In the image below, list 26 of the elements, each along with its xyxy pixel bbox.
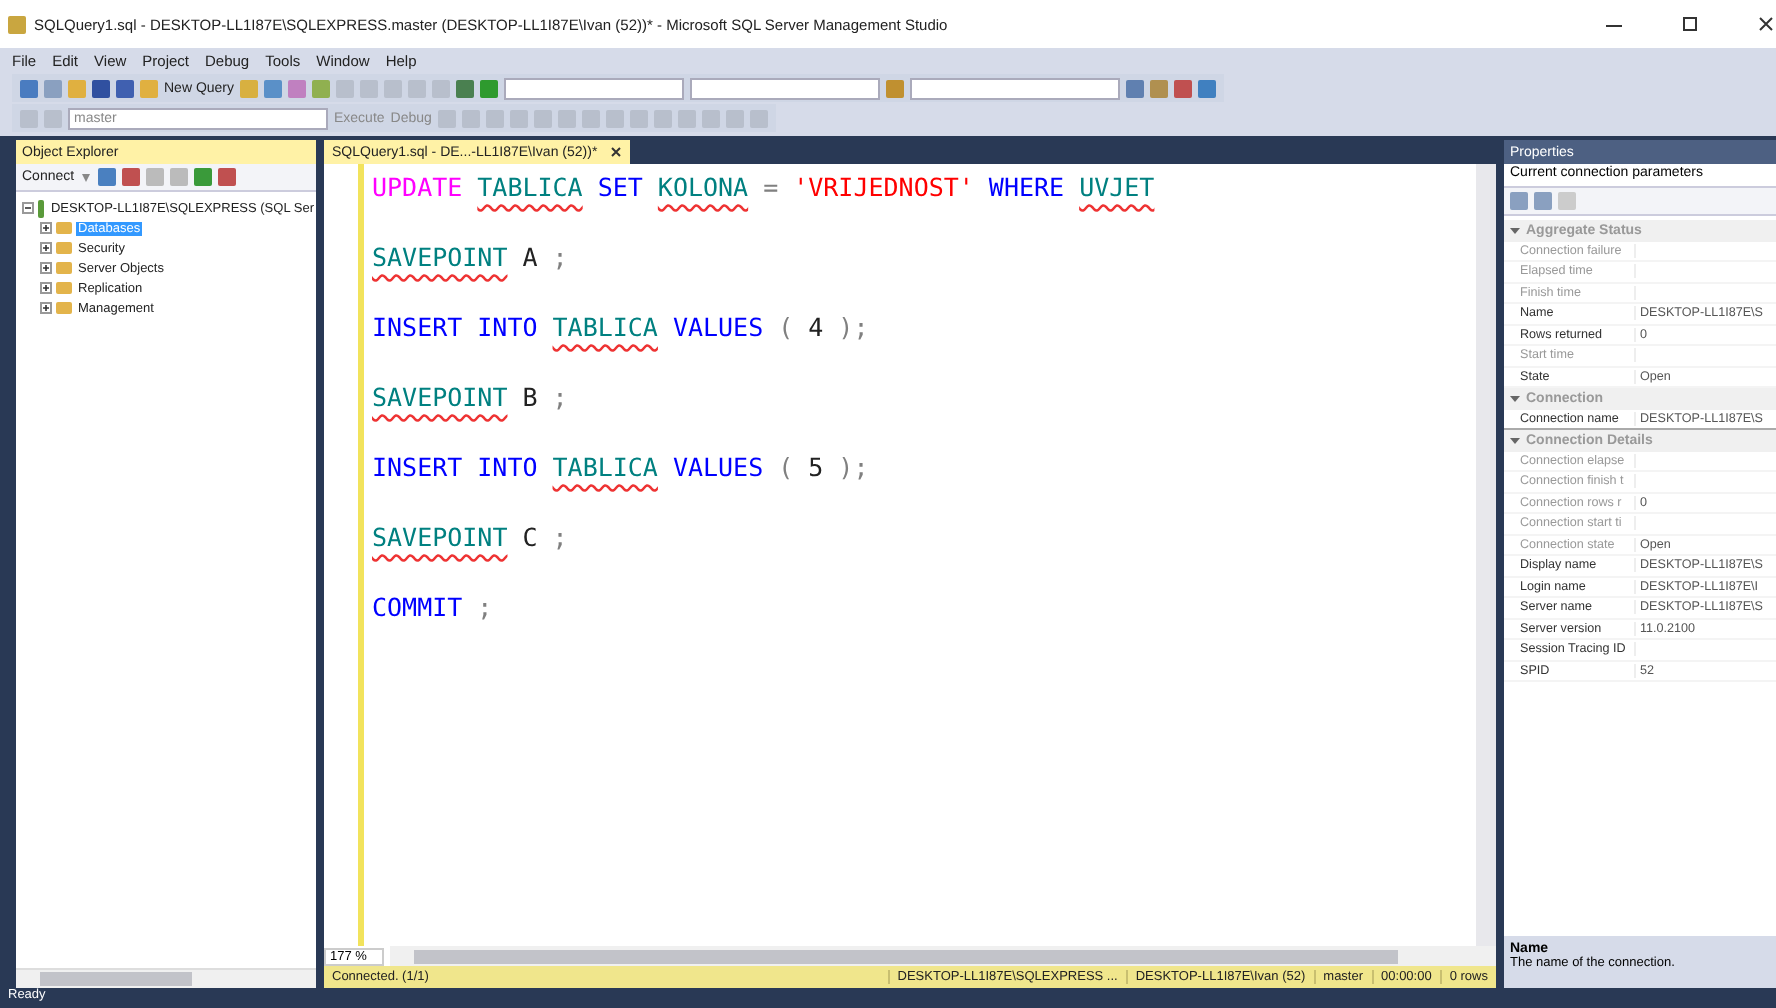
- close-icon[interactable]: [609, 146, 622, 158]
- expand-toggle[interactable]: [40, 302, 52, 314]
- code-line: COMMIT ;: [372, 592, 495, 626]
- collapse-toggle[interactable]: [22, 202, 34, 214]
- expand-toggle[interactable]: [40, 222, 52, 234]
- expand-toggle[interactable]: [40, 282, 52, 294]
- platform-dropdown[interactable]: [690, 77, 881, 99]
- collapse-icon[interactable]: [1510, 435, 1520, 446]
- collapse-icon[interactable]: [1510, 225, 1520, 236]
- code-line: INSERT INTO TABLICA VALUES ( 5 );: [372, 452, 871, 486]
- find-field[interactable]: [910, 77, 1121, 99]
- code-line: UPDATE TABLICA SET KOLONA = 'VRIJEDNOST' WHERE UVJET: [372, 172, 1157, 206]
- expand-toggle[interactable]: [40, 242, 52, 254]
- close-icon[interactable]: [1756, 14, 1776, 34]
- expand-arrow-icon[interactable]: [80, 171, 93, 183]
- solution-config-dropdown[interactable]: [504, 77, 685, 99]
- code-line: INSERT INTO TABLICA VALUES ( 4 );: [372, 312, 871, 346]
- code-line: SAVEPOINT C ;: [372, 522, 570, 556]
- horizontal-scrollbar[interactable]: [390, 946, 1496, 966]
- code-line: SAVEPOINT B ;: [372, 382, 570, 416]
- expand-toggle[interactable]: [40, 262, 52, 274]
- collapse-icon[interactable]: [1510, 393, 1520, 404]
- vertical-scrollbar[interactable]: [1476, 164, 1496, 946]
- maximize-icon[interactable]: [1680, 14, 1700, 34]
- horizontal-scrollbar[interactable]: [16, 968, 316, 988]
- code-line: SAVEPOINT A ;: [372, 242, 570, 276]
